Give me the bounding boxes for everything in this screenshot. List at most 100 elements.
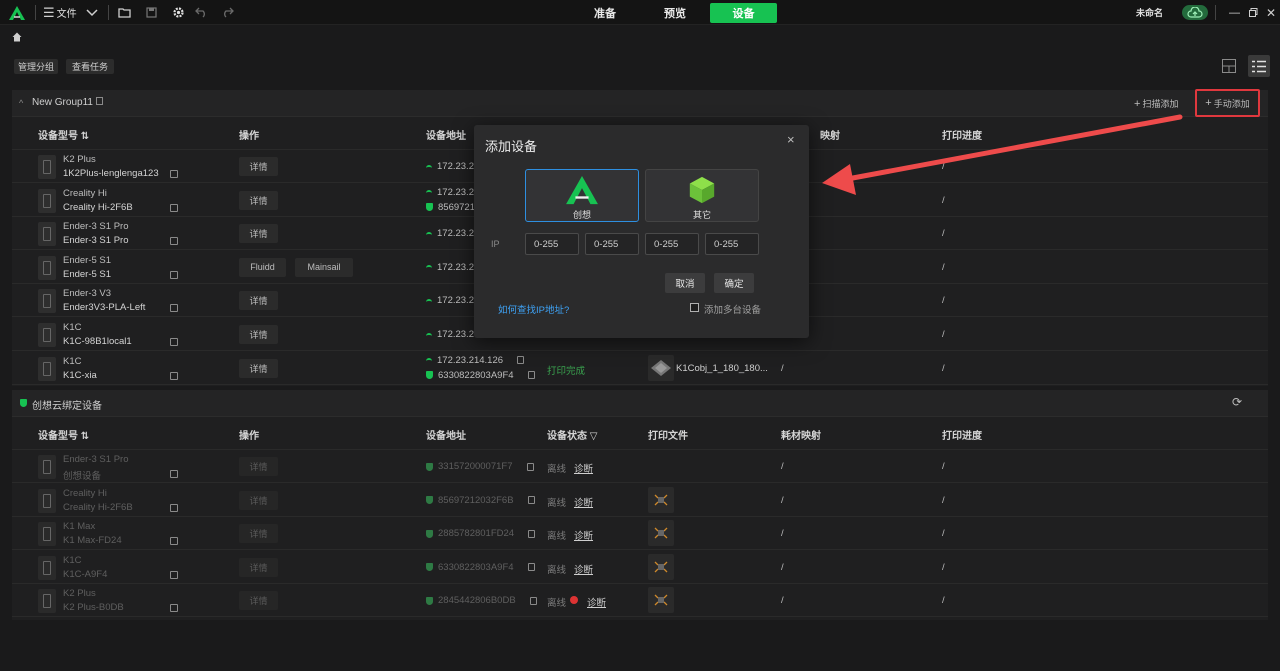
- print-file-thumbnail[interactable]: [648, 520, 674, 547]
- group-name: New Group11: [32, 97, 93, 108]
- details-button[interactable]: 详情: [239, 358, 278, 378]
- shield-icon: [426, 596, 433, 605]
- diagnose-link[interactable]: 诊断: [574, 528, 593, 542]
- ip-octet-1-input[interactable]: 0-255: [525, 233, 579, 255]
- grid-view-icon[interactable]: [1218, 55, 1240, 77]
- device-ip: 172.23.2: [426, 161, 474, 172]
- table-row[interactable]: K1C K1C-A9F4 详情 6330822803A9F4 离线 诊断 / /: [12, 551, 1268, 584]
- wifi-icon: [426, 265, 432, 271]
- tab-preview[interactable]: 预览: [653, 3, 697, 23]
- table-row[interactable]: K1 Max K1 Max-FD24 详情 2885782801FD24 离线 …: [12, 517, 1268, 551]
- edit-icon[interactable]: [170, 570, 178, 579]
- device-serial: 331572000071F7: [426, 461, 534, 472]
- edit-icon[interactable]: [170, 304, 178, 313]
- edit-icon[interactable]: [170, 503, 178, 512]
- ip-octet-3-input[interactable]: 0-255: [645, 233, 699, 255]
- edit-icon[interactable]: [170, 470, 178, 478]
- details-button[interactable]: 详情: [239, 591, 278, 611]
- add-multiple-checkbox[interactable]: [690, 303, 699, 312]
- col-model[interactable]: 设备型号 ⇅: [38, 127, 89, 142]
- ip-octet-4-input[interactable]: 0-255: [705, 233, 759, 255]
- details-button[interactable]: 详情: [239, 224, 278, 244]
- open-folder-icon[interactable]: [118, 0, 131, 25]
- device-model: Ender-3 S1 Pro: [63, 221, 129, 233]
- view-tasks-button[interactable]: 查看任务: [66, 59, 114, 74]
- wifi-icon: [426, 190, 432, 196]
- scan-add-button[interactable]: + 扫描添加: [1134, 97, 1178, 110]
- fluidd-button[interactable]: Fluidd: [239, 257, 286, 277]
- copy-icon[interactable]: [527, 496, 535, 505]
- details-button[interactable]: 详情: [239, 325, 278, 344]
- find-ip-help-link[interactable]: 如何查找IP地址?: [498, 302, 569, 316]
- manual-add-button[interactable]: + 手动添加: [1195, 89, 1260, 117]
- wifi-icon: [426, 231, 432, 238]
- undo-icon[interactable]: [195, 0, 208, 25]
- save-icon[interactable]: [146, 0, 157, 25]
- diagnose-link[interactable]: 诊断: [574, 562, 593, 576]
- details-button[interactable]: 详情: [239, 190, 278, 210]
- edit-icon[interactable]: [170, 203, 178, 212]
- minimize-icon[interactable]: —: [1229, 0, 1240, 25]
- details-button[interactable]: 详情: [239, 157, 278, 176]
- home-icon[interactable]: [12, 32, 22, 45]
- print-file-thumbnail[interactable]: [648, 486, 674, 513]
- table-row[interactable]: K1C K1C-xia 详情 172.23.214.126 6330822803…: [12, 352, 1268, 385]
- print-file-thumbnail[interactable]: [648, 587, 674, 614]
- table-row[interactable]: K2 Plus K2 Plus-B0DB 详情 2845442806B0DB 离…: [12, 584, 1268, 618]
- ip-octet-2-input[interactable]: 0-255: [585, 233, 639, 255]
- refresh-icon[interactable]: ⟳: [1232, 395, 1242, 409]
- printer-icon: [38, 356, 56, 381]
- redo-icon[interactable]: [221, 0, 234, 25]
- restore-icon[interactable]: [1249, 0, 1258, 25]
- printer-icon: [38, 255, 56, 280]
- edit-icon[interactable]: [170, 371, 178, 380]
- table-row[interactable]: Creality Hi Creality Hi-2F6B 详情 85697212…: [12, 484, 1268, 517]
- edit-icon[interactable]: [96, 97, 103, 105]
- other-option-card[interactable]: 其它: [645, 169, 759, 222]
- tab-device[interactable]: 设备: [710, 3, 777, 23]
- chevron-down-icon[interactable]: [86, 0, 98, 25]
- edit-icon[interactable]: [170, 237, 178, 246]
- edit-icon[interactable]: [170, 537, 178, 546]
- tab-prepare[interactable]: 准备: [583, 3, 627, 23]
- confirm-button[interactable]: 确定: [714, 273, 754, 293]
- details-button[interactable]: 详情: [239, 457, 278, 476]
- device-model: Creality Hi: [63, 187, 107, 199]
- details-button[interactable]: 详情: [239, 524, 278, 544]
- file-menu-button[interactable]: ☰ 文件: [43, 0, 77, 25]
- device-model: K2 Plus: [63, 588, 96, 600]
- col-model[interactable]: 设备型号 ⇅: [38, 427, 89, 442]
- gear-icon[interactable]: [172, 0, 185, 25]
- collapse-icon[interactable]: ^: [19, 98, 23, 108]
- edit-icon[interactable]: [170, 338, 178, 346]
- details-button[interactable]: 详情: [239, 557, 278, 577]
- copy-icon[interactable]: [528, 529, 536, 538]
- cloud-upload-button[interactable]: [1182, 0, 1208, 25]
- copy-icon[interactable]: [526, 462, 534, 471]
- copy-icon[interactable]: [529, 596, 537, 605]
- manage-groups-button[interactable]: 管理分组: [14, 59, 58, 74]
- table-row[interactable]: Ender-3 S1 Pro 创想设备 详情 331572000071F7 离线…: [12, 450, 1268, 483]
- mainsail-button[interactable]: Mainsail: [295, 257, 353, 277]
- edit-icon[interactable]: [170, 604, 178, 613]
- details-button[interactable]: 详情: [239, 490, 278, 510]
- creality-option-card[interactable]: 创想: [525, 169, 639, 222]
- diagnose-link[interactable]: 诊断: [574, 495, 593, 509]
- copy-icon[interactable]: [517, 356, 525, 365]
- copy-icon[interactable]: [527, 563, 535, 572]
- diagnose-link[interactable]: 诊断: [574, 461, 593, 475]
- device-ip: 172.23.2: [426, 295, 474, 306]
- print-file-thumbnail[interactable]: [648, 553, 674, 580]
- close-icon[interactable]: ×: [787, 132, 795, 147]
- edit-icon[interactable]: [170, 270, 178, 279]
- diagnose-link[interactable]: 诊断: [587, 595, 606, 609]
- col-status[interactable]: 设备状态 ▽: [547, 427, 597, 442]
- app-logo: [8, 0, 26, 25]
- list-view-icon[interactable]: [1248, 55, 1270, 77]
- close-window-icon[interactable]: ✕: [1266, 0, 1276, 25]
- cancel-button[interactable]: 取消: [665, 273, 705, 293]
- copy-icon[interactable]: [527, 371, 535, 380]
- print-file-thumbnail[interactable]: [648, 354, 674, 381]
- details-button[interactable]: 详情: [239, 291, 278, 311]
- edit-icon[interactable]: [170, 170, 178, 178]
